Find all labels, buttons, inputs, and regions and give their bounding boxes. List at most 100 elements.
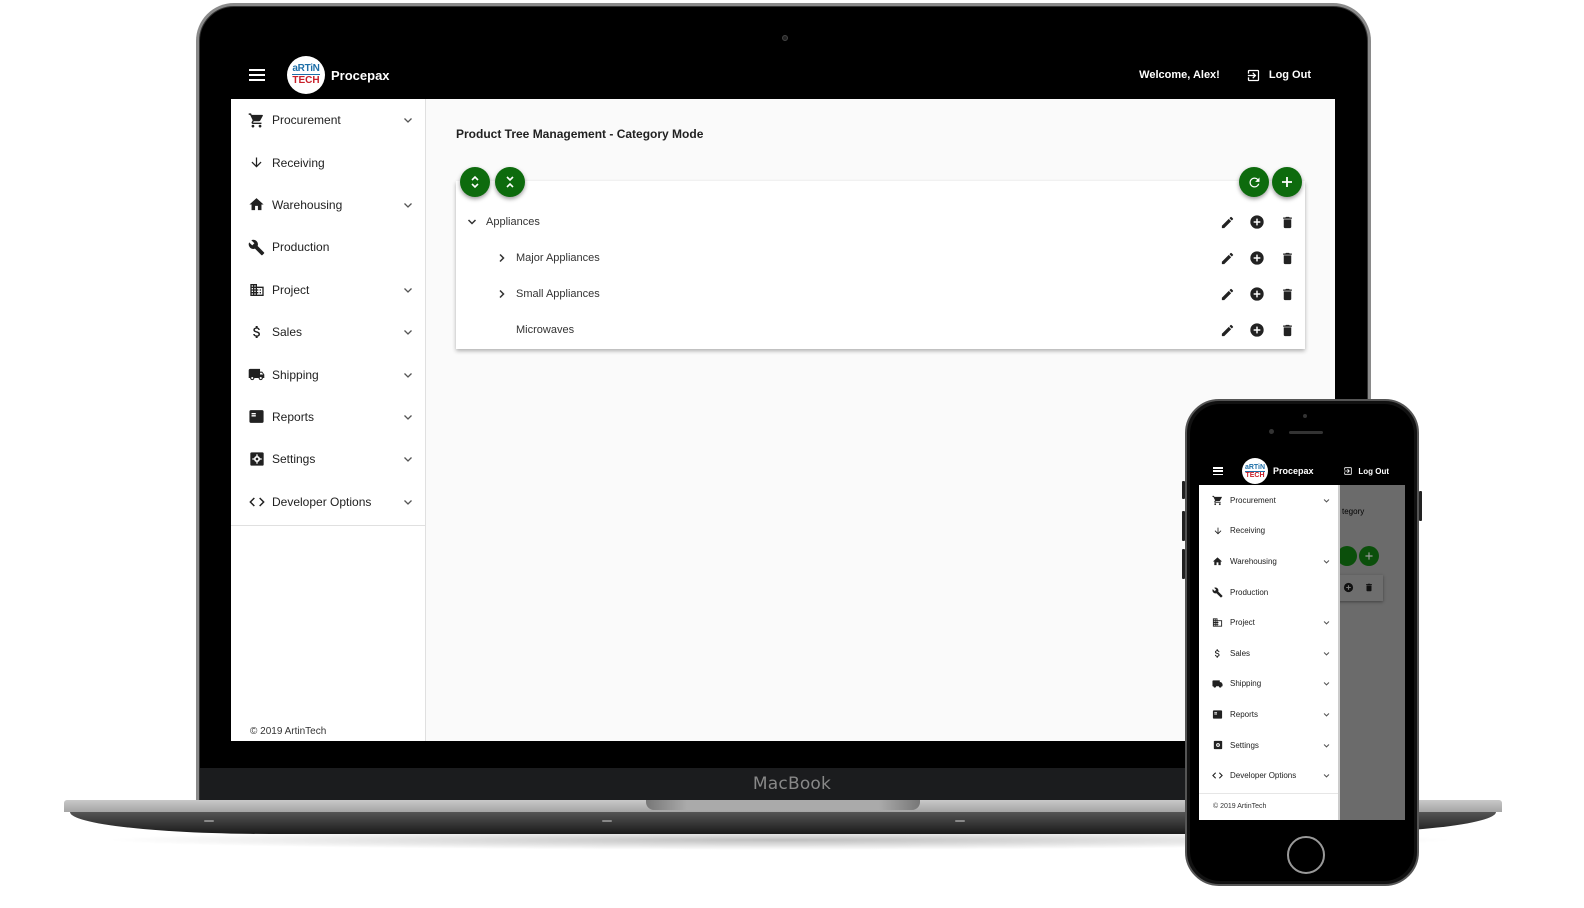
chevron-down-icon[interactable] (466, 216, 478, 228)
company-logo[interactable]: aRTiN TECH (287, 56, 325, 94)
chevron-down-icon (1323, 742, 1330, 749)
sidebar-item-label: Receiving (1230, 526, 1266, 536)
logout-label: Log Out (1268, 69, 1311, 81)
sidebar-item-settings[interactable]: Settings (231, 438, 425, 480)
sidebar-item-settings[interactable]: Settings (1199, 730, 1338, 761)
wrench-icon (248, 239, 265, 256)
logout-icon (1247, 69, 1259, 81)
delete-icon[interactable] (1279, 286, 1295, 302)
dollar-icon (248, 324, 265, 341)
refresh-button[interactable] (1239, 167, 1269, 197)
sidebar-item-procurement[interactable]: Procurement (231, 99, 425, 141)
sidebar-item-sales[interactable]: Sales (1199, 638, 1338, 669)
laptop-hinge-notch (646, 800, 920, 810)
copyright-text: © 2019 ArtinTech (1213, 803, 1267, 810)
edit-icon[interactable] (1219, 322, 1235, 338)
add-child-icon[interactable] (1249, 286, 1265, 302)
menu-icon[interactable] (249, 69, 265, 81)
phone-side-button (1182, 549, 1185, 579)
add-icon (1365, 552, 1373, 560)
chevron-down-icon (403, 200, 413, 210)
sidebar-item-sales[interactable]: Sales (231, 311, 425, 353)
expand-all-button[interactable] (460, 167, 490, 197)
sidebar-item-label: Developer Options (1230, 771, 1297, 781)
delete-icon[interactable] (1279, 250, 1295, 266)
sidebar-item-label: Procurement (272, 113, 341, 128)
tree-node[interactable]: Small Appliances (456, 276, 1305, 312)
phone-side-button (1182, 511, 1185, 541)
delete-icon[interactable] (1279, 322, 1295, 338)
add-child-icon[interactable] (1249, 322, 1265, 338)
logout-label: Log Out (1358, 466, 1389, 476)
sidebar-item-label: Project (1230, 618, 1255, 628)
edit-icon[interactable] (1219, 250, 1235, 266)
chevron-down-icon (1323, 619, 1330, 626)
phone-home-button[interactable] (1287, 836, 1325, 874)
chevron-down-icon (403, 327, 413, 337)
chevron-down-icon (403, 454, 413, 464)
sidebar-item-label: Procurement (1230, 495, 1276, 505)
sidebar-item-warehousing[interactable]: Warehousing (231, 184, 425, 226)
add-child-icon[interactable] (1249, 214, 1265, 230)
delete-icon (1366, 583, 1372, 592)
sidebar-item-label: Shipping (1230, 679, 1262, 689)
expand-all-icon (471, 175, 479, 189)
add-category-button[interactable] (1272, 167, 1302, 197)
chevron-down-icon (1323, 650, 1330, 657)
collapse-all-icon (506, 176, 514, 188)
copyright-text: © 2019 ArtinTech (250, 726, 327, 737)
company-logo[interactable]: aRTiN TECH (1242, 458, 1268, 484)
sidebar-item-warehousing[interactable]: Warehousing (1199, 546, 1338, 577)
sidebar-item-production[interactable]: Production (1199, 577, 1338, 608)
delete-icon[interactable] (1279, 214, 1295, 230)
phone-earpiece (1289, 431, 1323, 434)
tree-node[interactable]: Major Appliances (456, 240, 1305, 276)
sidebar-item-shipping[interactable]: Shipping (231, 353, 425, 395)
laptop-screen: aRTiN TECH Procepax Welcome, Alex! Log O… (231, 51, 1335, 741)
phone-side-button (1419, 491, 1422, 521)
add-child-icon (1343, 582, 1354, 593)
edit-icon[interactable] (1219, 286, 1235, 302)
sidebar-item-developer-options[interactable]: Developer Options (1199, 760, 1338, 791)
sidebar-item-procurement[interactable]: Procurement (1199, 485, 1338, 516)
chevron-right-icon[interactable] (496, 252, 508, 264)
app-brand: Procepax (1273, 466, 1314, 476)
background-page-title: tegory (1342, 507, 1365, 516)
sidebar-item-receiving[interactable]: Receiving (1199, 516, 1338, 547)
sidebar-item-shipping[interactable]: Shipping (1199, 669, 1338, 700)
chevron-right-icon[interactable] (496, 288, 508, 300)
sidebar-item-receiving[interactable]: Receiving (231, 141, 425, 183)
sidebar-item-label: Warehousing (1230, 556, 1277, 566)
sidebar-item-reports[interactable]: Reports (1199, 699, 1338, 730)
sidebar-item-label: Reports (272, 409, 315, 424)
home-icon (248, 196, 265, 213)
laptop-foot (602, 820, 612, 822)
chevron-down-icon (403, 115, 413, 125)
sidebar-item-label: Sales (1230, 648, 1251, 658)
sidebar-item-project[interactable]: Project (231, 269, 425, 311)
logo-text-top: aRTiN (1244, 463, 1266, 472)
edit-icon[interactable] (1219, 214, 1235, 230)
logout-button[interactable]: Log Out (1343, 466, 1389, 476)
collapse-all-button[interactable] (495, 167, 525, 197)
truck-icon (248, 366, 265, 383)
sidebar-item-developer-options[interactable]: Developer Options (231, 481, 425, 523)
sidebar-item-reports[interactable]: Reports (231, 396, 425, 438)
add-child-icon[interactable] (1249, 250, 1265, 266)
logout-button[interactable]: Log Out (1246, 68, 1311, 83)
sidebar-item-project[interactable]: Project (1199, 607, 1338, 638)
chevron-down-icon (403, 412, 413, 422)
building-icon (248, 281, 265, 298)
page-title: Product Tree Management - Category Mode (456, 127, 704, 141)
menu-icon[interactable] (1213, 467, 1223, 475)
tree-node[interactable]: Appliances (456, 204, 1305, 240)
logo-text-bottom: TECH (1245, 471, 1265, 479)
tree-node-label: Microwaves (516, 324, 575, 336)
phone-side-button (1182, 481, 1185, 499)
chevron-down-icon (403, 285, 413, 295)
sidebar-item-production[interactable]: Production (231, 226, 425, 268)
app-header: aRTiN TECH Procepax Welcome, Alex! Log O… (231, 51, 1335, 99)
tree-node-label: Major Appliances (516, 252, 600, 264)
tree-node[interactable]: Microwaves (456, 312, 1305, 348)
sidebar-item-label: Receiving (272, 155, 325, 170)
